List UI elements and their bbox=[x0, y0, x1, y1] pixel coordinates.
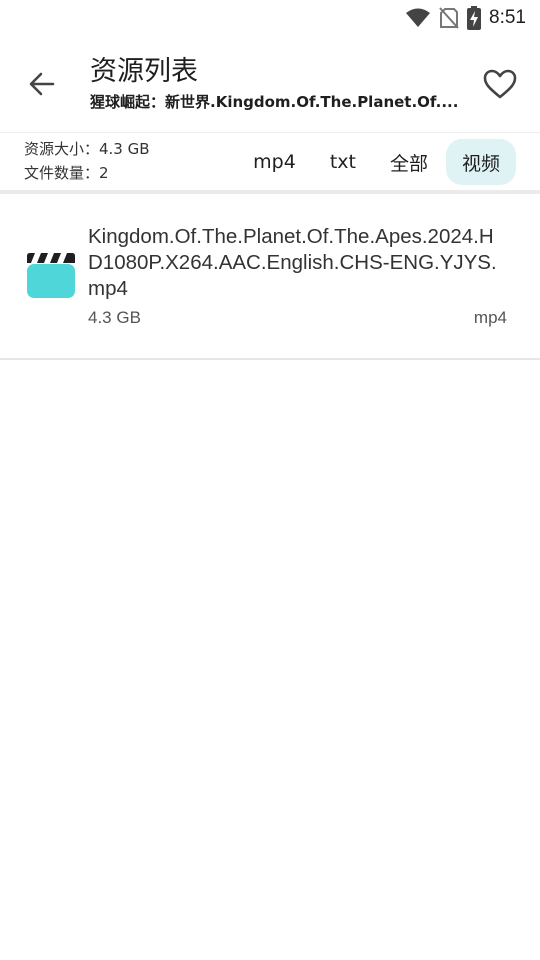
page-title: 资源列表 bbox=[90, 56, 198, 87]
filter-chips: mp4 txt 全部 视频 bbox=[235, 139, 516, 185]
page-subtitle: 猩球崛起：新世界.Kingdom.Of.The.Planet.Of.... bbox=[90, 93, 459, 111]
arrow-back-icon bbox=[29, 72, 55, 96]
battery-charging-icon bbox=[467, 6, 482, 30]
app-bar: 资源列表 猩球崛起：新世界.Kingdom.Of.The.Planet.Of..… bbox=[0, 36, 540, 132]
file-size: 4.3 GB bbox=[88, 308, 141, 327]
list-item[interactable]: Kingdom.Of.The.Planet.Of.The.Apes.2024.H… bbox=[0, 194, 540, 360]
status-time: 8:51 bbox=[489, 7, 526, 28]
resource-size: 资源大小：4.3 GB bbox=[24, 140, 150, 158]
back-button[interactable] bbox=[20, 62, 64, 106]
filter-chip-video[interactable]: 视频 bbox=[445, 139, 516, 185]
file-type: mp4 bbox=[473, 308, 507, 327]
wifi-icon bbox=[405, 8, 431, 28]
filter-chip-mp4[interactable]: mp4 bbox=[237, 139, 312, 185]
no-sim-icon bbox=[439, 7, 459, 29]
heart-outline-icon bbox=[483, 69, 517, 99]
summary-info: 资源大小：4.3 GB 文件数量：2 bbox=[24, 139, 150, 184]
filter-chip-txt[interactable]: txt bbox=[314, 139, 372, 185]
favorite-button[interactable] bbox=[478, 62, 522, 106]
summary-bar: 资源大小：4.3 GB 文件数量：2 mp4 txt 全部 视频 bbox=[0, 132, 540, 194]
status-bar: 8:51 bbox=[0, 0, 540, 36]
title-group: 资源列表 猩球崛起：新世界.Kingdom.Of.The.Planet.Of..… bbox=[90, 55, 460, 113]
file-name: Kingdom.Of.The.Planet.Of.The.Apes.2024.H… bbox=[88, 225, 497, 300]
video-clapperboard-icon bbox=[27, 253, 75, 298]
filter-chip-all[interactable]: 全部 bbox=[374, 139, 444, 185]
file-count: 文件数量：2 bbox=[24, 164, 109, 182]
